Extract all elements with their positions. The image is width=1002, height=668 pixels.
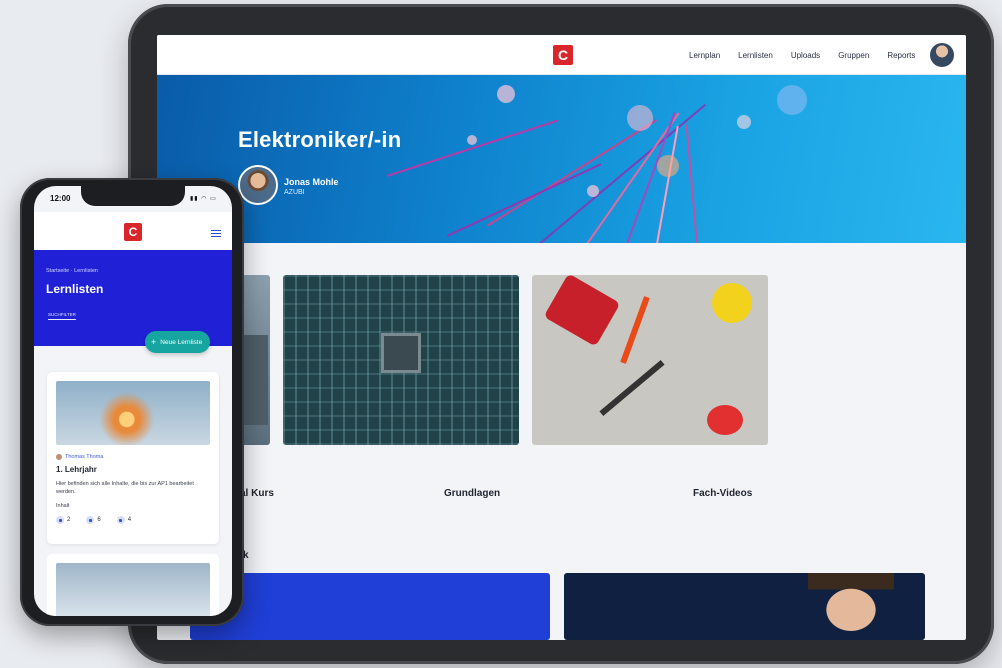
phone-navigation: C — [34, 212, 232, 250]
author-name: Thomas Thoma — [65, 454, 104, 460]
author-role: AZUBI — [284, 189, 305, 196]
list-card[interactable]: Thomas Thoma 1. Lehrjahr Hier befinden s… — [47, 372, 219, 544]
brand-logo[interactable]: C — [553, 45, 573, 65]
list-card-image — [56, 563, 210, 616]
user-avatar[interactable] — [930, 43, 954, 67]
breadcrumb[interactable]: Startseite · Lernlisten — [46, 268, 98, 274]
author-name[interactable]: Jonas Mohle — [284, 177, 339, 187]
course-title: Elektroniker/-in — [238, 127, 402, 152]
author-mini-avatar — [56, 454, 62, 460]
list-card[interactable] — [47, 554, 219, 616]
phone-brand-logo[interactable]: C — [124, 223, 142, 241]
nav-links: Lernplan Lernlisten Uploads Gruppen Repo… — [689, 35, 915, 75]
course-card-fach-videos[interactable] — [532, 275, 768, 445]
card-label-fach-videos[interactable]: Fach-Videos — [693, 488, 752, 499]
list-card-author[interactable]: Thomas Thoma — [56, 454, 103, 460]
hero-banner: Elektroniker/-in Jonas Mohle AZUBI — [157, 75, 966, 243]
phone-notch — [81, 186, 185, 206]
stat-videos: 6 — [86, 516, 101, 524]
document-icon — [56, 516, 64, 524]
featured-card-blue[interactable] — [190, 573, 550, 640]
list-card-title: 1. Lehrjahr — [56, 465, 97, 474]
menu-icon[interactable] — [211, 230, 221, 237]
list-card-description: Hier befinden sich alle Inhalte, die bis… — [56, 481, 194, 495]
featured-card-dark[interactable] — [564, 573, 925, 640]
list-card-inhalt-label: Inhalt — [56, 503, 70, 509]
new-list-label: Neue Lernliste — [160, 338, 203, 346]
course-card-grundlagen[interactable] — [283, 275, 519, 445]
nav-gruppen[interactable]: Gruppen — [838, 51, 869, 60]
page-title: Lernlisten — [46, 282, 104, 296]
phone-screen: 12:00 ▮▮ ◠ ▭ C Startseite · Lernlisten L… — [34, 186, 232, 616]
list-card-image — [56, 381, 210, 445]
top-navigation: C Lernplan Lernlisten Uploads Gruppen Re… — [157, 35, 966, 75]
quiz-icon — [116, 516, 125, 524]
video-icon — [86, 516, 95, 524]
new-list-button[interactable]: + Neue Lernliste — [145, 331, 211, 353]
nav-lernlisten[interactable]: Lernlisten — [738, 51, 773, 60]
author-avatar — [238, 165, 278, 205]
stat-quizzes: 4 — [116, 516, 131, 524]
card-label-grundlagen[interactable]: Grundlagen — [444, 488, 500, 499]
status-time: 12:00 — [50, 194, 71, 203]
status-icons: ▮▮ ◠ ▭ — [190, 196, 217, 202]
nav-uploads[interactable]: Uploads — [791, 51, 820, 60]
nav-reports[interactable]: Reports — [887, 51, 915, 60]
stat-documents: 2 — [56, 516, 70, 524]
card-label-kurs[interactable]: al Kurs — [240, 488, 274, 499]
list-card-stats: 2 6 4 — [56, 516, 131, 524]
plus-icon: + — [151, 336, 157, 347]
tab-suchfilter[interactable]: SUCHFILTER — [48, 312, 76, 320]
nav-lernplan[interactable]: Lernplan — [689, 51, 720, 60]
